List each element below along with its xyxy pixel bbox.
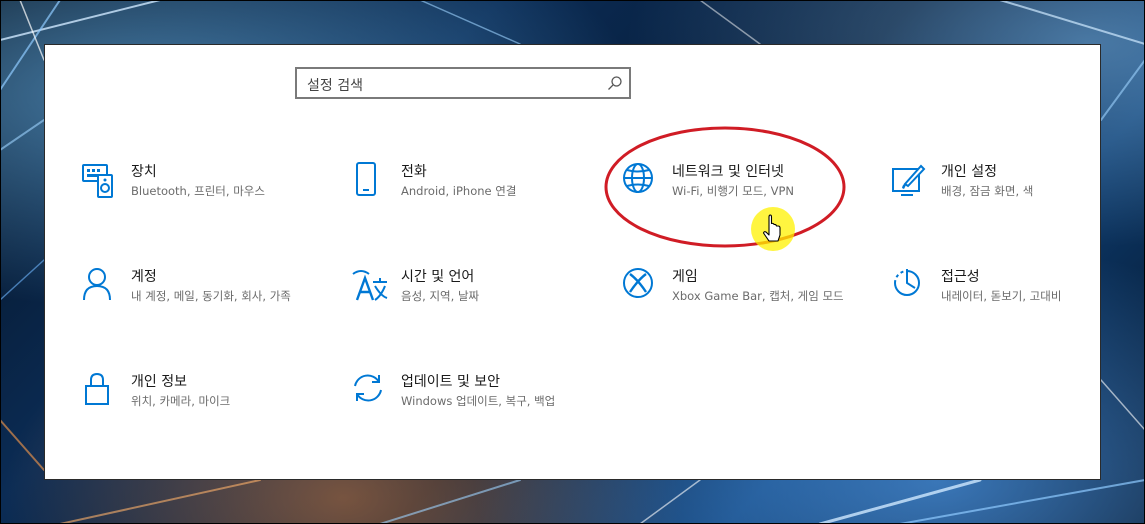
tile-description: 위치, 카메라, 마이크 (131, 394, 231, 408)
lock-icon (85, 372, 109, 405)
annotation-ellipse (604, 126, 846, 248)
tile-time-language[interactable]: 시간 및 언어 음성, 지역, 날짜 (351, 266, 591, 336)
phone-icon (356, 162, 376, 196)
tile-accounts[interactable]: 계정 내 계정, 메일, 동기화, 회사, 가족 (81, 266, 321, 336)
keyboard-device-icon (82, 164, 113, 198)
update-sync-icon (354, 374, 382, 402)
tile-title: 개인 정보 (131, 374, 187, 390)
tile-phone[interactable]: 전화 Android, iPhone 연결 (351, 161, 591, 231)
tile-ease-of-access[interactable]: 접근성 내레이터, 돋보기, 고대비 (891, 266, 1131, 336)
tile-devices[interactable]: 장치 Bluetooth, 프린터, 마우스 (81, 161, 321, 231)
tile-description: 음성, 지역, 날짜 (401, 289, 480, 303)
search-input[interactable]: 설정 검색 (295, 67, 631, 99)
tile-title: 시간 및 언어 (401, 269, 475, 285)
tile-title: 접근성 (941, 269, 980, 285)
person-icon (83, 268, 111, 301)
tile-description: Bluetooth, 프린터, 마우스 (131, 184, 265, 198)
tile-title: 장치 (131, 164, 157, 180)
tile-description: Xbox Game Bar, 캡처, 게임 모드 (672, 289, 844, 303)
tile-description: 내레이터, 돋보기, 고대비 (941, 289, 1062, 303)
tile-description: Windows 업데이트, 복구, 백업 (401, 394, 556, 408)
tile-title: 계정 (131, 269, 157, 285)
ease-of-access-icon (894, 269, 920, 296)
settings-window: 설정 검색 장치 Bluetooth, 프린터, 마우스 전화 Android,… (44, 44, 1101, 480)
tile-title: 개인 설정 (941, 164, 997, 180)
tile-privacy[interactable]: 개인 정보 위치, 카메라, 마이크 (81, 371, 321, 441)
time-language-icon (352, 270, 388, 301)
tile-title: 업데이트 및 보안 (401, 374, 501, 390)
tile-personalization[interactable]: 개인 설정 배경, 잠금 화면, 색 (891, 161, 1131, 231)
search-placeholder: 설정 검색 (307, 78, 363, 94)
hand-cursor-icon (751, 207, 795, 251)
tile-description: Android, iPhone 연결 (401, 184, 517, 198)
tile-description: 내 계정, 메일, 동기화, 회사, 가족 (131, 289, 291, 303)
tile-gaming[interactable]: 게임 Xbox Game Bar, 캡처, 게임 모드 (622, 266, 862, 336)
paint-brush-icon (892, 164, 926, 196)
tile-update-security[interactable]: 업데이트 및 보안 Windows 업데이트, 복구, 백업 (351, 371, 591, 441)
tile-description: 배경, 잠금 화면, 색 (941, 184, 1034, 198)
tile-title: 게임 (672, 269, 698, 285)
tile-title: 전화 (401, 164, 427, 180)
xbox-icon (623, 268, 653, 298)
search-icon[interactable] (607, 75, 623, 91)
